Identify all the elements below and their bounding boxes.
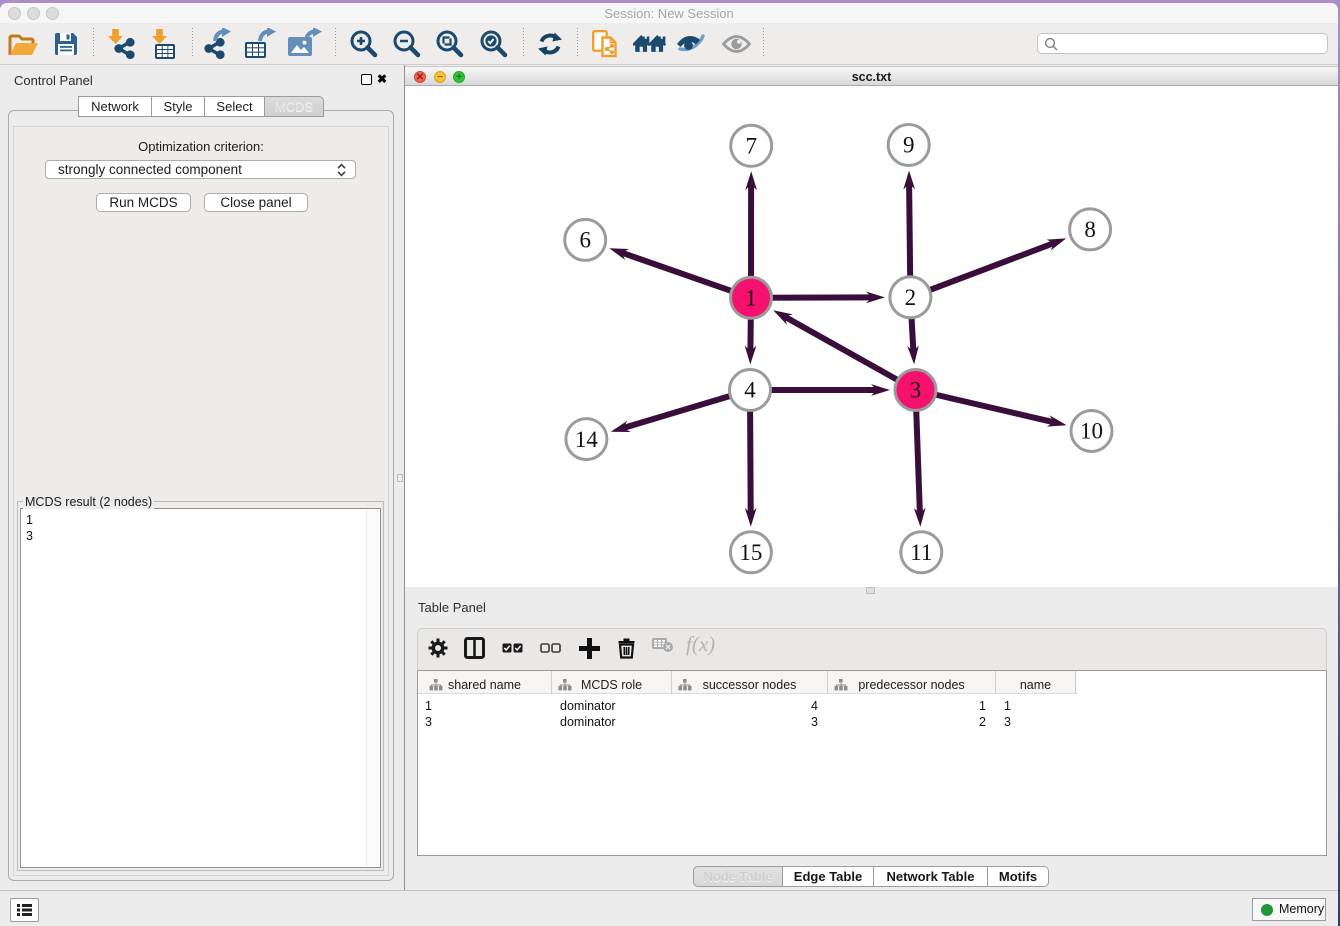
- svg-text:14: 14: [575, 427, 599, 452]
- svg-text:7: 7: [745, 134, 757, 159]
- svg-text:4: 4: [744, 378, 756, 403]
- svg-text:2: 2: [905, 285, 917, 310]
- svg-text:3: 3: [910, 378, 922, 403]
- svg-text:9: 9: [903, 133, 915, 158]
- svg-text:1: 1: [745, 286, 757, 311]
- svg-text:15: 15: [739, 540, 762, 565]
- svg-text:11: 11: [910, 540, 932, 565]
- svg-text:6: 6: [579, 228, 591, 253]
- svg-text:8: 8: [1084, 217, 1096, 242]
- svg-text:10: 10: [1080, 419, 1103, 444]
